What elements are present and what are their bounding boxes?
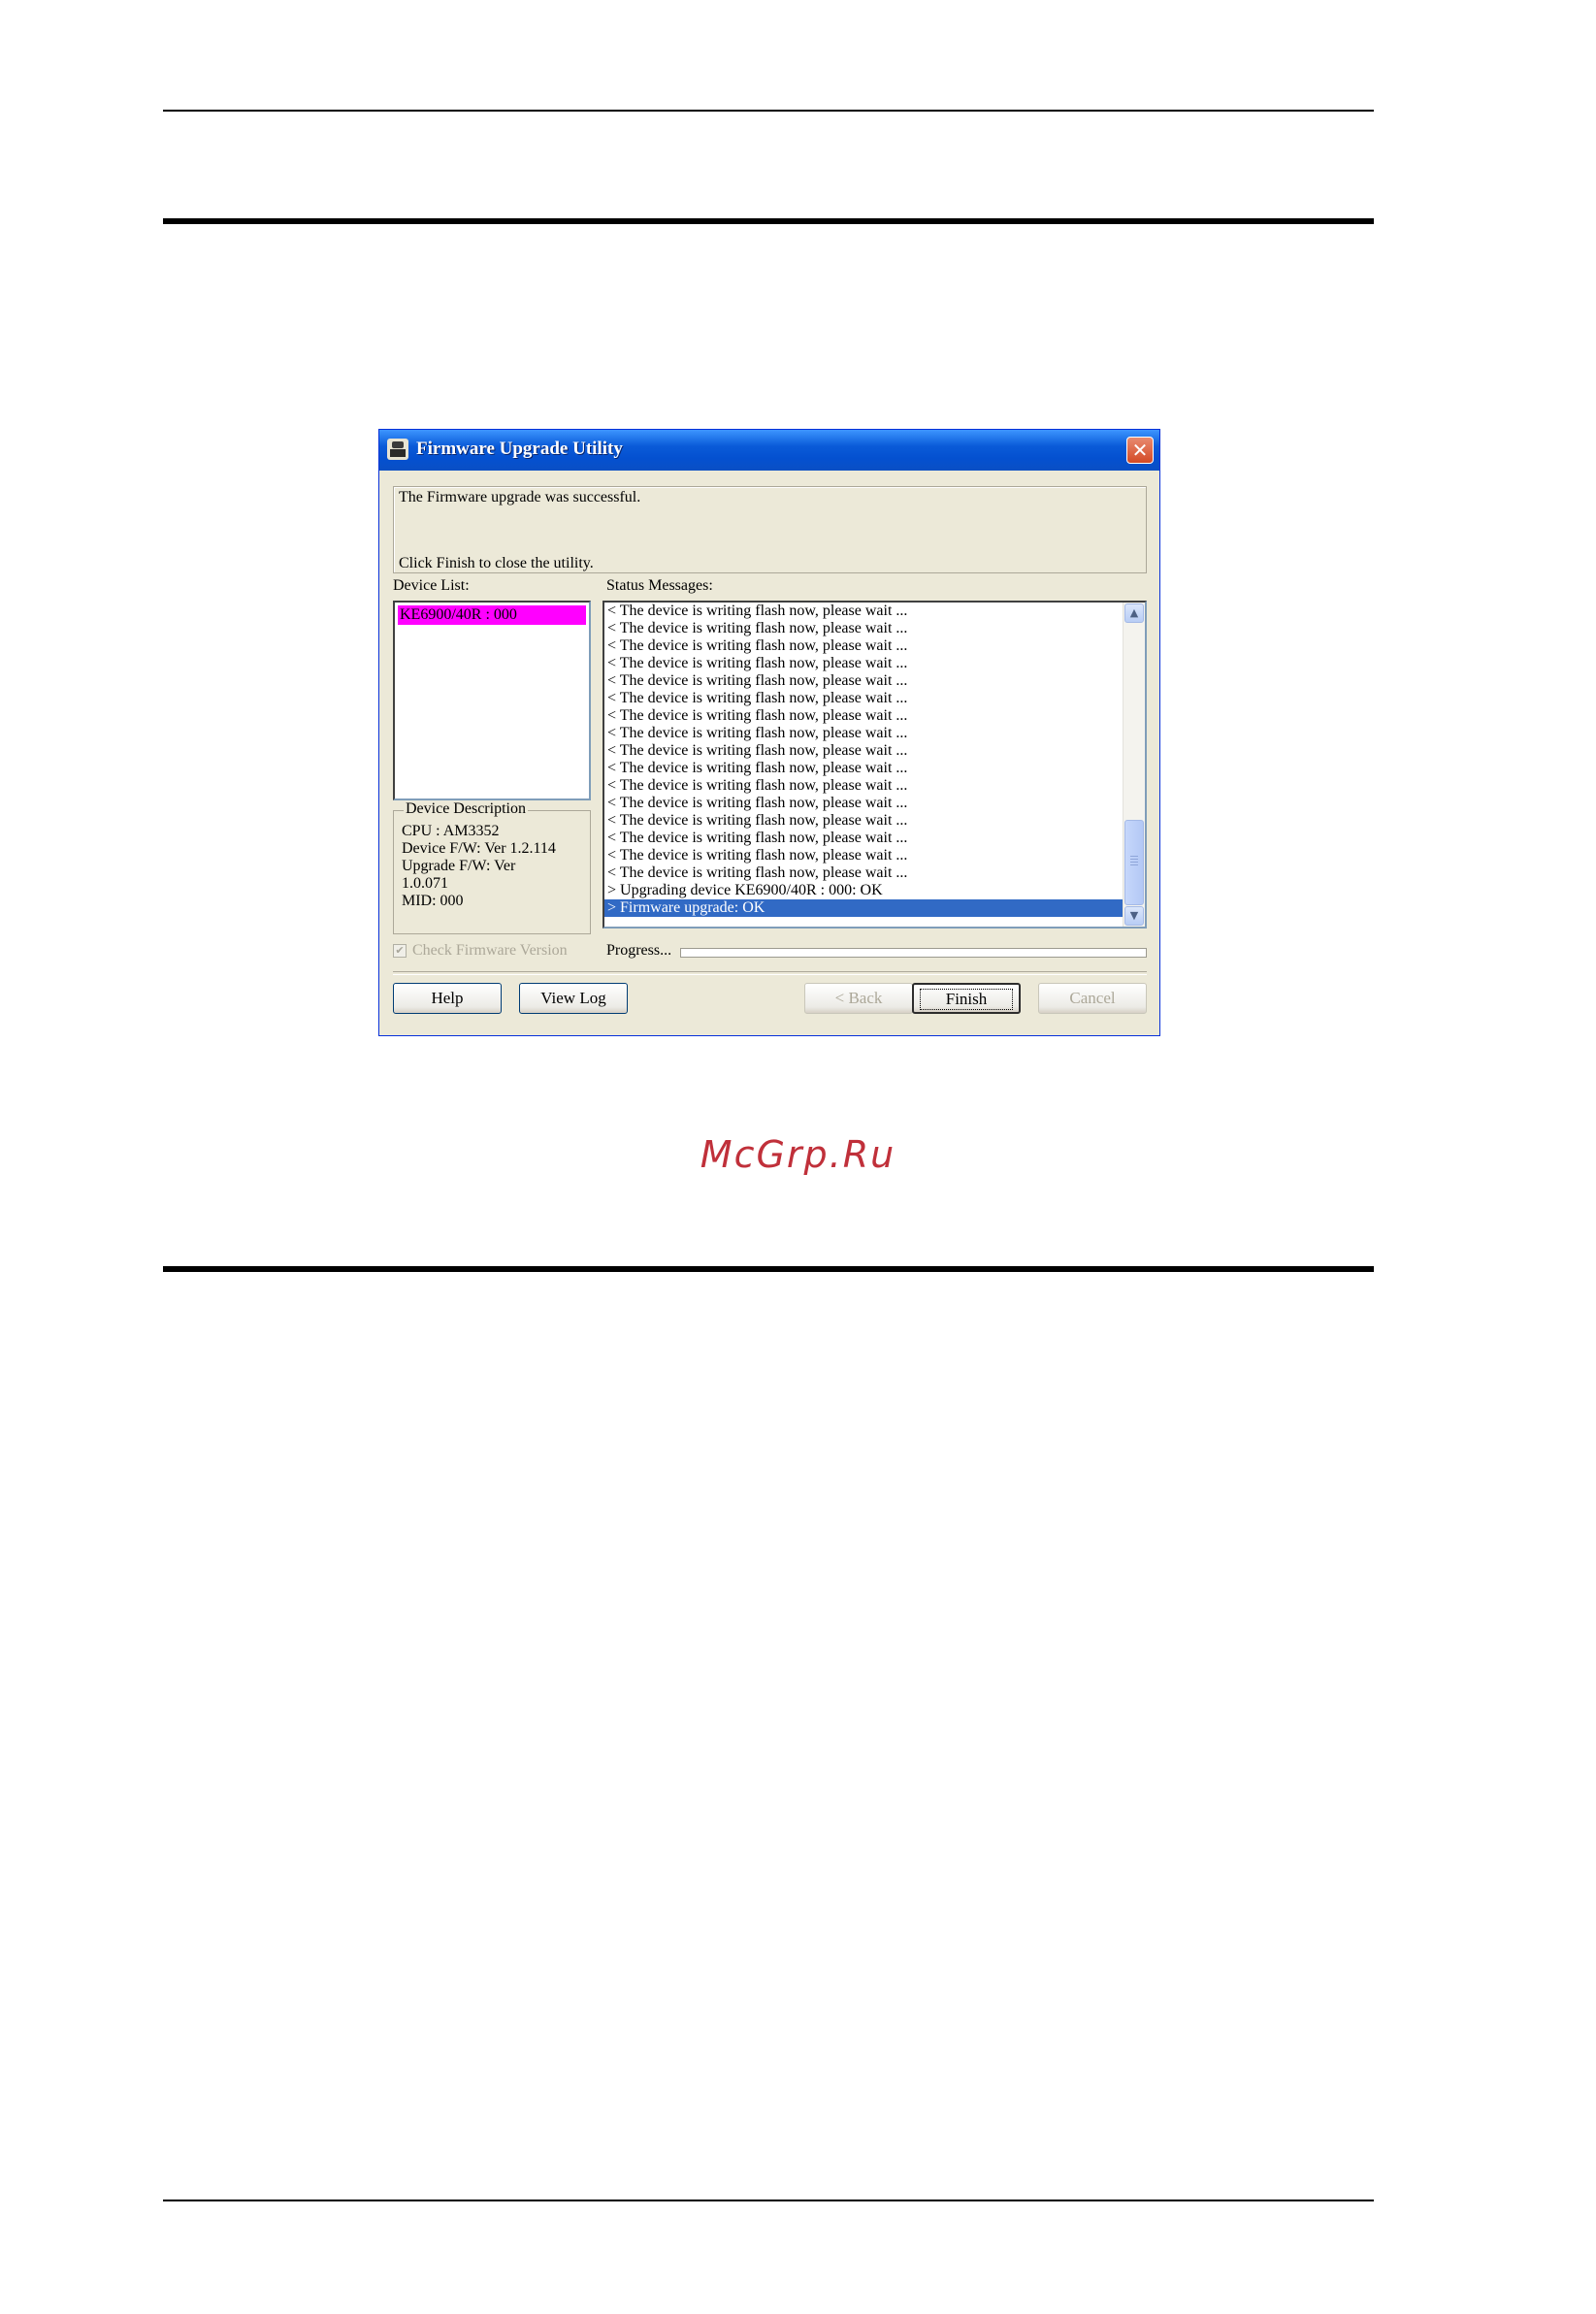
section-bottom-rule [163,1266,1374,1272]
status-messages-list[interactable]: < The device is writing flash now, pleas… [603,601,1147,929]
section-top-rule [163,218,1374,224]
instruction-message: Click Finish to close the utility. [399,555,594,571]
firmware-upgrade-dialog: Firmware Upgrade Utility ✕ The Firmware … [378,429,1160,1036]
status-line[interactable]: < The device is writing flash now, pleas… [604,760,1124,777]
status-messages-label: Status Messages: [606,577,713,594]
status-line[interactable]: < The device is writing flash now, pleas… [604,655,1124,672]
progress-bar [680,948,1147,958]
grip-icon [1130,856,1138,865]
status-line[interactable]: < The device is writing flash now, pleas… [604,742,1124,760]
success-message: The Firmware upgrade was successful. [399,489,641,505]
status-line[interactable]: < The device is writing flash now, pleas… [604,620,1124,637]
view-log-button[interactable]: View Log [519,983,628,1014]
chevron-down-icon: ▼ [1129,909,1139,922]
button-divider [393,971,1147,975]
status-scrollbar[interactable]: ▲ ▼ [1123,603,1145,927]
help-button[interactable]: Help [393,983,502,1014]
scroll-thumb[interactable] [1124,820,1144,905]
status-line[interactable]: < The device is writing flash now, pleas… [604,707,1124,725]
status-line[interactable]: < The device is writing flash now, pleas… [604,795,1124,812]
description-line: 1.0.071 [402,875,448,892]
description-line: MID: 000 [402,893,464,909]
status-line[interactable]: < The device is writing flash now, pleas… [604,690,1124,707]
device-description-group: Device Description CPU : AM3352 Device F… [393,800,591,934]
check-firmware-checkbox[interactable]: ✔ [393,944,407,958]
status-line[interactable]: < The device is writing flash now, pleas… [604,603,1124,620]
description-line: Upgrade F/W: Ver [402,858,516,874]
info-panel: The Firmware upgrade was successful. Cli… [393,486,1147,573]
device-list[interactable]: KE6900/40R : 000 [393,601,591,800]
status-line[interactable]: < The device is writing flash now, pleas… [604,637,1124,655]
chevron-up-icon: ▲ [1129,606,1139,619]
status-line[interactable]: < The device is writing flash now, pleas… [604,672,1124,690]
status-line[interactable]: < The device is writing flash now, pleas… [604,777,1124,795]
cancel-button[interactable]: Cancel [1038,983,1147,1014]
footer-rule [163,2200,1374,2201]
status-line[interactable]: < The device is writing flash now, pleas… [604,864,1124,882]
description-line: Device F/W: Ver 1.2.114 [402,840,556,857]
finish-button-label: Finish [919,989,1014,1010]
status-lines: < The device is writing flash now, pleas… [604,603,1124,927]
close-button[interactable]: ✕ [1126,437,1154,464]
app-icon [387,439,408,460]
status-line[interactable]: < The device is writing flash now, pleas… [604,830,1124,847]
header-rule [163,110,1374,112]
window-title: Firmware Upgrade Utility [416,439,623,459]
status-line[interactable]: < The device is writing flash now, pleas… [604,725,1124,742]
close-icon: ✕ [1131,439,1149,462]
status-line[interactable]: < The device is writing flash now, pleas… [604,847,1124,864]
description-line: CPU : AM3352 [402,823,500,839]
back-button[interactable]: < Back [804,983,913,1014]
status-line[interactable]: > Firmware upgrade: OK [604,899,1124,917]
check-firmware-label: Check Firmware Version [412,942,568,959]
watermark: McGrp.Ru [700,1133,896,1176]
scroll-down-button[interactable]: ▼ [1124,906,1144,926]
device-description-label: Device Description [404,800,528,818]
title-bar[interactable]: Firmware Upgrade Utility ✕ [379,430,1159,471]
progress-label: Progress... [606,942,672,959]
device-list-item[interactable]: KE6900/40R : 000 [398,605,586,625]
status-line[interactable]: < The device is writing flash now, pleas… [604,812,1124,830]
device-list-label: Device List: [393,577,470,594]
finish-button[interactable]: Finish [912,983,1021,1014]
checkmark-icon: ✔ [395,944,405,957]
status-line[interactable]: > Upgrading device KE6900/40R : 000: OK [604,882,1124,899]
scroll-up-button[interactable]: ▲ [1124,603,1144,623]
